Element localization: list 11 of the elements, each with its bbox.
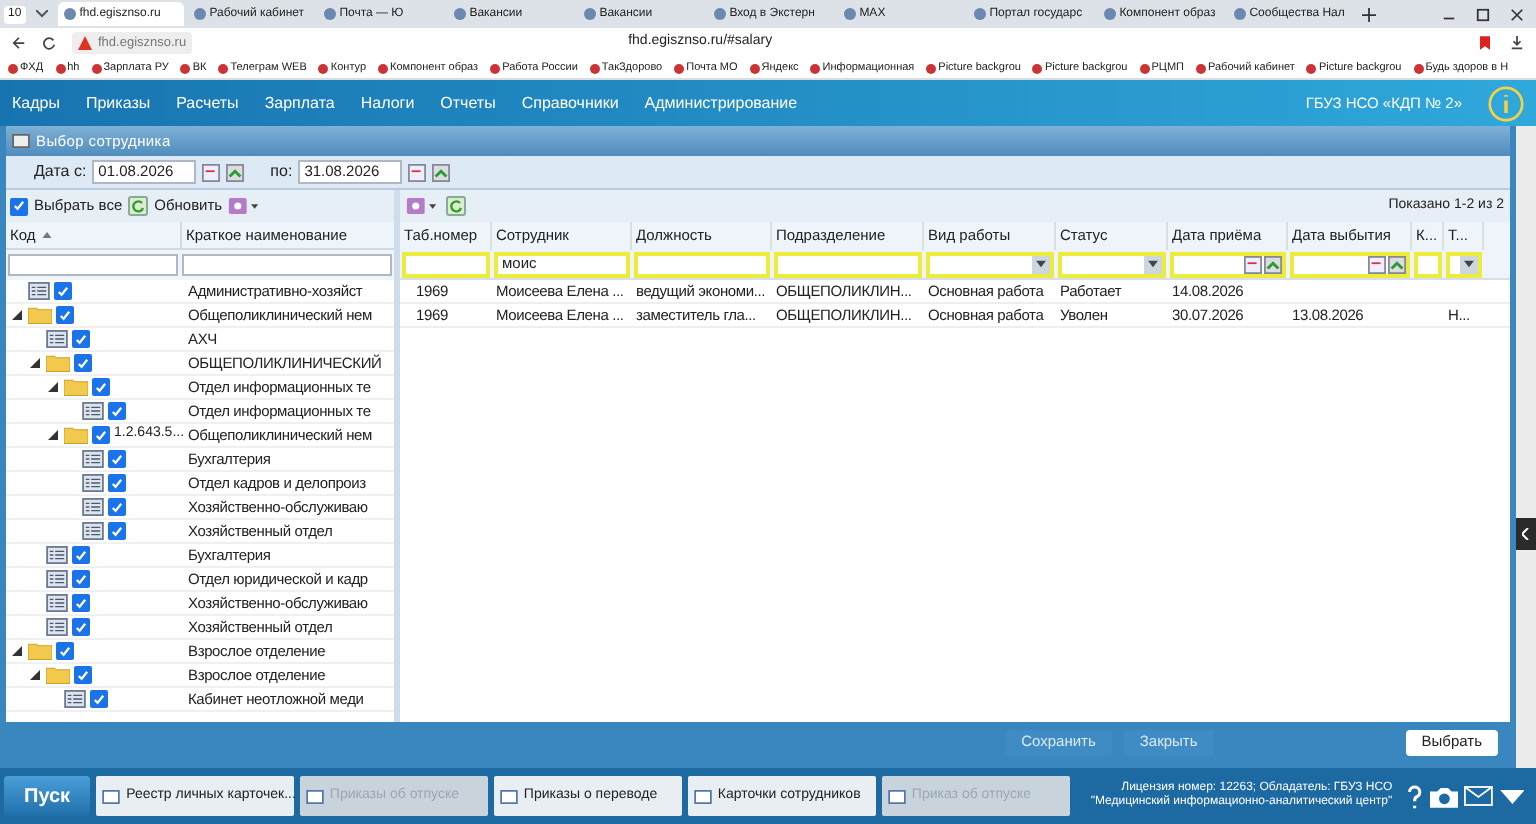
start-button[interactable]: Пуск [4, 776, 91, 816]
date-to-label: по: [270, 160, 293, 184]
date-from-label: Дата с: [34, 160, 87, 184]
menu-item[interactable]: Расчеты [176, 91, 239, 115]
menu-item[interactable]: Зарплата [264, 91, 335, 115]
menu-item[interactable]: Налоги [360, 91, 415, 115]
menu-item[interactable]: Администрирование [644, 91, 798, 115]
menu-item[interactable]: Отчеты [440, 91, 496, 115]
menu-item[interactable]: Приказы [85, 91, 151, 115]
menu-item[interactable]: Справочники [521, 91, 619, 115]
menu-item[interactable]: Кадры [12, 91, 60, 115]
